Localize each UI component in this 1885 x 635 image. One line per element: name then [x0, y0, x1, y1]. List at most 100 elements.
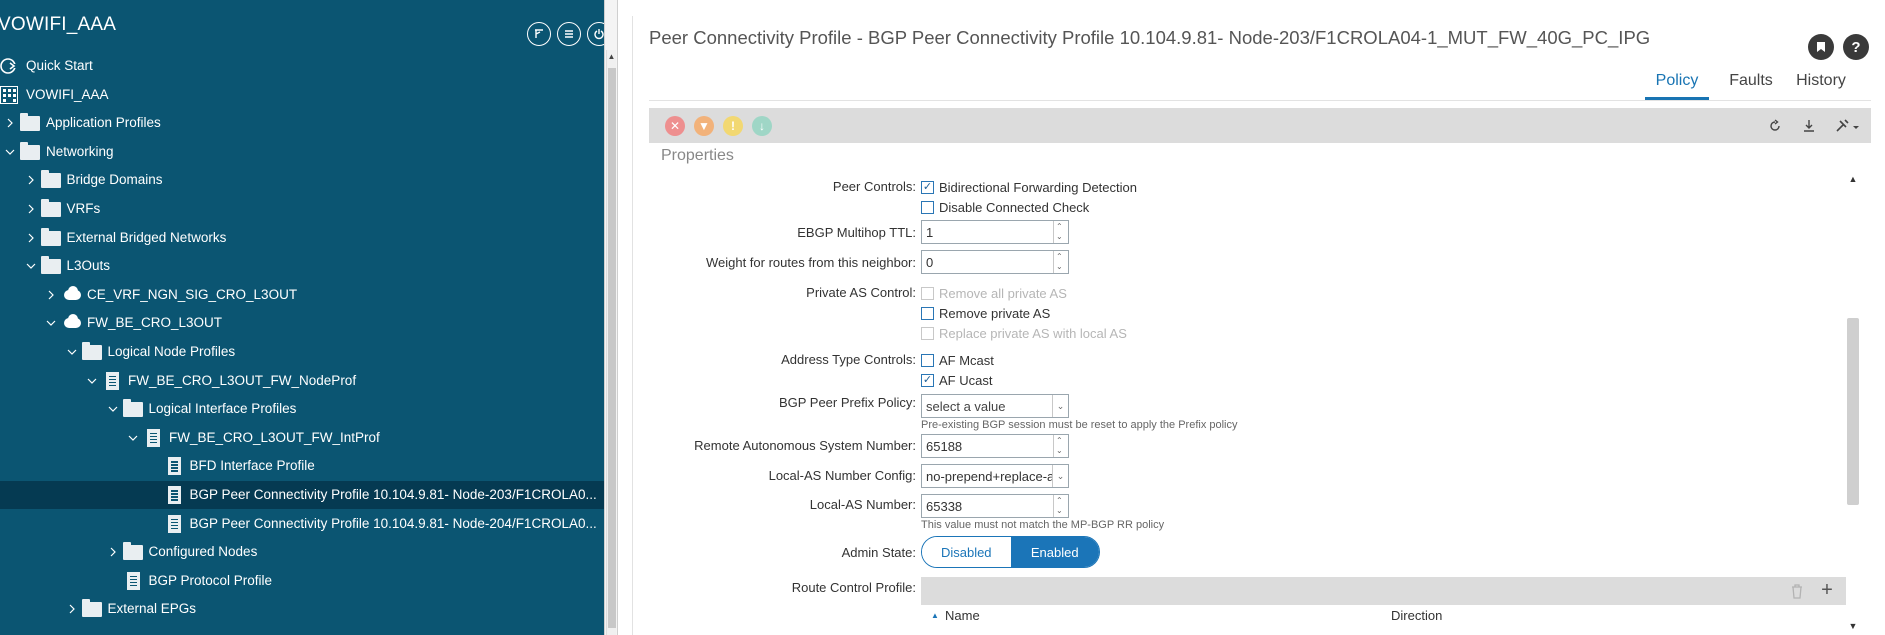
power-icon[interactable]: [587, 22, 604, 46]
chevron-down-icon[interactable]: ⌄: [1052, 395, 1068, 417]
sort-ascending-icon[interactable]: ▲: [931, 611, 939, 620]
nav-scrollbar[interactable]: ▲: [606, 50, 616, 635]
bfd-option[interactable]: ✓ Bidirectional Forwarding Detection: [921, 178, 1137, 196]
folder-icon: [20, 113, 40, 132]
tree-item-label: FW_BE_CRO_L3OUT: [87, 315, 223, 331]
tenant-icon: [0, 85, 20, 104]
tree-item-label: BGP Protocol Profile: [148, 572, 273, 588]
tree-item[interactable]: VOWIFI_AAA: [0, 81, 604, 109]
local-as-number-input[interactable]: 65338 ⌃ ⌄: [921, 494, 1069, 518]
local-as-number-stepper[interactable]: ⌃ ⌄: [1053, 495, 1068, 517]
tree-item-label: Application Profiles: [46, 115, 161, 131]
tree-item-label: Logical Interface Profiles: [148, 401, 297, 417]
remote-asn-value: 65188: [926, 439, 963, 454]
filter-icon[interactable]: [527, 22, 551, 46]
tree-item[interactable]: BGP Peer Connectivity Profile 10.104.9.8…: [0, 510, 604, 538]
tree-item[interactable]: Bridge Domains: [0, 166, 604, 194]
chevron-right-icon[interactable]: [107, 546, 119, 558]
af-ucast-option[interactable]: ✓ AF Ucast: [921, 371, 992, 389]
local-as-number-hint: This value must not match the MP-BGP RR …: [921, 519, 1165, 531]
tree-item[interactable]: CE_VRF_NGN_SIG_CRO_L3OUT: [0, 281, 604, 309]
remote-asn-stepper[interactable]: ⌃ ⌄: [1053, 435, 1068, 457]
disable-connected-check-checkbox[interactable]: [921, 200, 934, 214]
tree-item[interactable]: BGP Protocol Profile: [0, 567, 604, 595]
chevron-down-icon[interactable]: [45, 317, 57, 329]
document-icon: [164, 486, 184, 504]
tree-item[interactable]: Quick Start: [0, 52, 604, 80]
af-ucast-checkbox[interactable]: ✓: [921, 373, 934, 387]
nav-scrollbar-thumb[interactable]: [608, 68, 616, 628]
disable-connected-check-option[interactable]: Disable Connected Check: [921, 198, 1089, 216]
tree-item-label: Quick Start: [26, 58, 93, 73]
chevron-down-icon[interactable]: [107, 403, 119, 415]
scroll-up-arrow-icon[interactable]: ▲: [607, 52, 616, 64]
tree-item[interactable]: Logical Node Profiles: [0, 338, 604, 366]
scroll-up-arrow-icon[interactable]: ▲: [1846, 172, 1860, 186]
admin-state-disabled-option[interactable]: Disabled: [922, 537, 1011, 567]
chevron-down-icon[interactable]: [86, 375, 98, 387]
local-as-config-select[interactable]: no-prepend+replace-as ⌄: [921, 464, 1069, 488]
tree-item[interactable]: External EPGs: [0, 595, 604, 623]
chevron-down-icon[interactable]: [4, 146, 16, 158]
document-icon: [164, 457, 184, 476]
bgp-peer-prefix-policy-select[interactable]: select a value ⌄: [921, 394, 1069, 418]
cloud-icon: [61, 314, 81, 332]
chevron-down-icon[interactable]: ⌄: [1052, 465, 1068, 487]
tree-item[interactable]: Configured Nodes: [0, 538, 604, 566]
bfd-checkbox[interactable]: ✓: [921, 180, 934, 194]
tree-item[interactable]: L3Outs: [0, 252, 604, 280]
remote-asn-input[interactable]: 65188 ⌃ ⌄: [921, 434, 1069, 458]
add-icon[interactable]: +: [1818, 580, 1836, 600]
weight-stepper[interactable]: ⌃ ⌄: [1053, 251, 1068, 273]
tree-item[interactable]: Networking: [0, 138, 604, 166]
local-as-config-value: no-prepend+replace-as: [926, 469, 1052, 484]
chevron-right-icon[interactable]: [66, 603, 78, 615]
remove-private-as-checkbox[interactable]: [921, 306, 934, 320]
chevron-down-icon[interactable]: [127, 432, 139, 444]
tree-item[interactable]: BFD Interface Profile: [0, 452, 604, 480]
column-header-direction[interactable]: Direction: [1391, 608, 1442, 623]
tree-item[interactable]: FW_BE_CRO_L3OUT_FW_IntProf: [0, 424, 604, 452]
tree-item-label: Logical Node Profiles: [107, 344, 236, 359]
tree-item[interactable]: Logical Interface Profiles: [0, 395, 604, 423]
tree-item[interactable]: BGP Peer Connectivity Profile 10.104.9.8…: [0, 481, 604, 509]
ebgp-multihop-ttl-input[interactable]: 1 ⌃ ⌄: [921, 220, 1069, 244]
remove-private-as-label: Remove private AS: [939, 305, 1051, 321]
scroll-down-arrow-icon[interactable]: ▼: [1846, 619, 1860, 633]
tree-item[interactable]: VRFs: [0, 195, 604, 223]
navigation-pane: VOWIFI_AAA Quick Start VOWIFI_AAA Applicat…: [0, 0, 604, 635]
admin-state-enabled-option[interactable]: Enabled: [1010, 537, 1099, 567]
tree-item[interactable]: FW_BE_CRO_L3OUT_FW_NodeProf: [0, 367, 604, 395]
tree-item[interactable]: External Bridged Networks: [0, 224, 604, 252]
remove-private-as-option[interactable]: Remove private AS: [921, 304, 1050, 322]
chevron-down-icon[interactable]: [25, 260, 37, 272]
chevron-right-icon[interactable]: [4, 117, 16, 129]
af-ucast-label: AF Ucast: [939, 372, 993, 388]
ebgp-multihop-ttl-stepper[interactable]: ⌃ ⌄: [1053, 221, 1068, 243]
tree-item[interactable]: FW_BE_CRO_L3OUT: [0, 309, 604, 337]
tree-item[interactable]: Application Profiles: [0, 109, 604, 137]
help-icon[interactable]: ?: [1843, 34, 1869, 60]
chevron-right-icon[interactable]: [45, 289, 57, 301]
af-mcast-option[interactable]: AF Mcast: [921, 351, 994, 369]
admin-state-toggle[interactable]: Disabled Enabled: [921, 536, 1100, 568]
folder-icon: [40, 227, 61, 247]
chevron-right-icon[interactable]: [25, 232, 37, 244]
document-icon: [123, 571, 143, 590]
column-header-name[interactable]: Name: [945, 608, 980, 623]
af-mcast-checkbox[interactable]: [921, 353, 934, 367]
weight-input[interactable]: 0 ⌃ ⌄: [921, 250, 1069, 274]
list-icon[interactable]: [557, 22, 581, 46]
replace-private-as-option: Replace private AS with local AS: [921, 324, 1127, 342]
tree-item-label: External EPGs: [107, 601, 197, 617]
tree-item-label: Networking: [46, 143, 114, 159]
chevron-right-icon[interactable]: [25, 203, 37, 215]
tree-item-label: CE_VRF_NGN_SIG_CRO_L3OUT: [87, 286, 298, 302]
chevron-right-icon[interactable]: [25, 174, 37, 186]
trash-icon[interactable]: [1790, 583, 1804, 599]
ebgp-multihop-ttl-value: 1: [926, 225, 934, 240]
chevron-down-icon[interactable]: [66, 346, 78, 358]
local-as-number-value: 65338: [926, 499, 963, 514]
nav-header: VOWIFI_AAA: [0, 0, 604, 52]
form-scrollbar-thumb[interactable]: [1847, 318, 1859, 505]
